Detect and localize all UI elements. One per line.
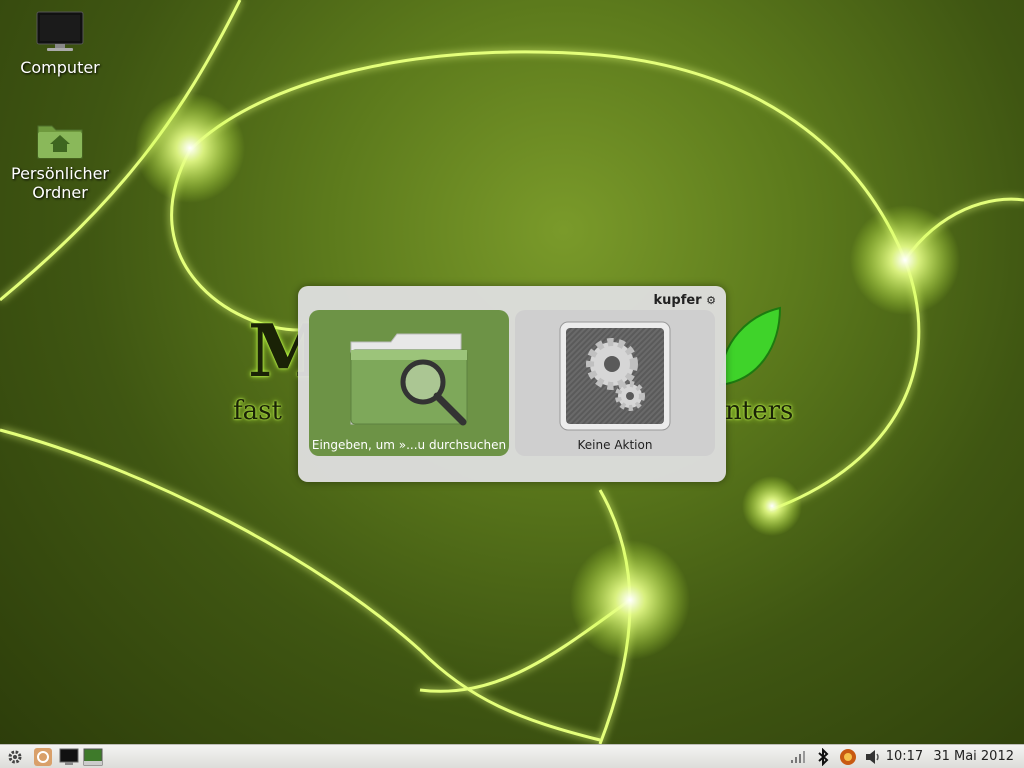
action-pane[interactable]: Keine Aktion <box>515 310 715 456</box>
terminal-icon[interactable] <box>58 747 80 767</box>
gears-icon <box>559 321 671 431</box>
gear-icon[interactable]: ⚙ <box>706 294 716 307</box>
bottom-panel: 10:17 31 Mai 2012 <box>0 744 1024 768</box>
mail-icon[interactable] <box>32 747 54 767</box>
object-pane[interactable]: Eingeben, um »...u durchsuchen <box>309 310 509 456</box>
clock-date: 31 Mai 2012 <box>933 749 1014 764</box>
folder-search-icon <box>350 333 468 426</box>
object-pane-label: Eingeben, um »...u durchsuchen <box>311 438 507 452</box>
desktop-icon-home[interactable]: Persönlicher Ordner <box>5 120 115 202</box>
home-folder-icon <box>37 125 83 159</box>
desktop-icon-computer[interactable]: Computer <box>5 10 115 77</box>
network-icon[interactable] <box>788 747 808 767</box>
kupfer-title[interactable]: kupfer ⚙ <box>654 293 717 308</box>
action-pane-label: Keine Aktion <box>577 438 653 452</box>
desktop-icon-label: Computer <box>20 58 100 77</box>
kupfer-title-text: kupfer <box>653 293 702 308</box>
clock-time: 10:17 <box>885 749 924 764</box>
clock[interactable]: 10:17 31 Mai 2012 <box>880 749 1014 764</box>
settings-icon[interactable] <box>4 747 26 767</box>
wallpaper-tagline-left: fast <box>233 396 282 426</box>
desktop-icon[interactable] <box>82 747 104 767</box>
kupfer-window: kupfer ⚙ Eingeben, um »...u durchsuchen <box>298 286 726 482</box>
wallpaper-tagline-right: nters <box>725 396 794 426</box>
bluetooth-icon[interactable] <box>814 747 832 767</box>
monitor-icon <box>36 11 84 51</box>
leaf-logo <box>718 306 782 387</box>
desktop-icon-label: Persönlicher Ordner <box>10 164 109 202</box>
update-icon[interactable] <box>838 747 858 767</box>
